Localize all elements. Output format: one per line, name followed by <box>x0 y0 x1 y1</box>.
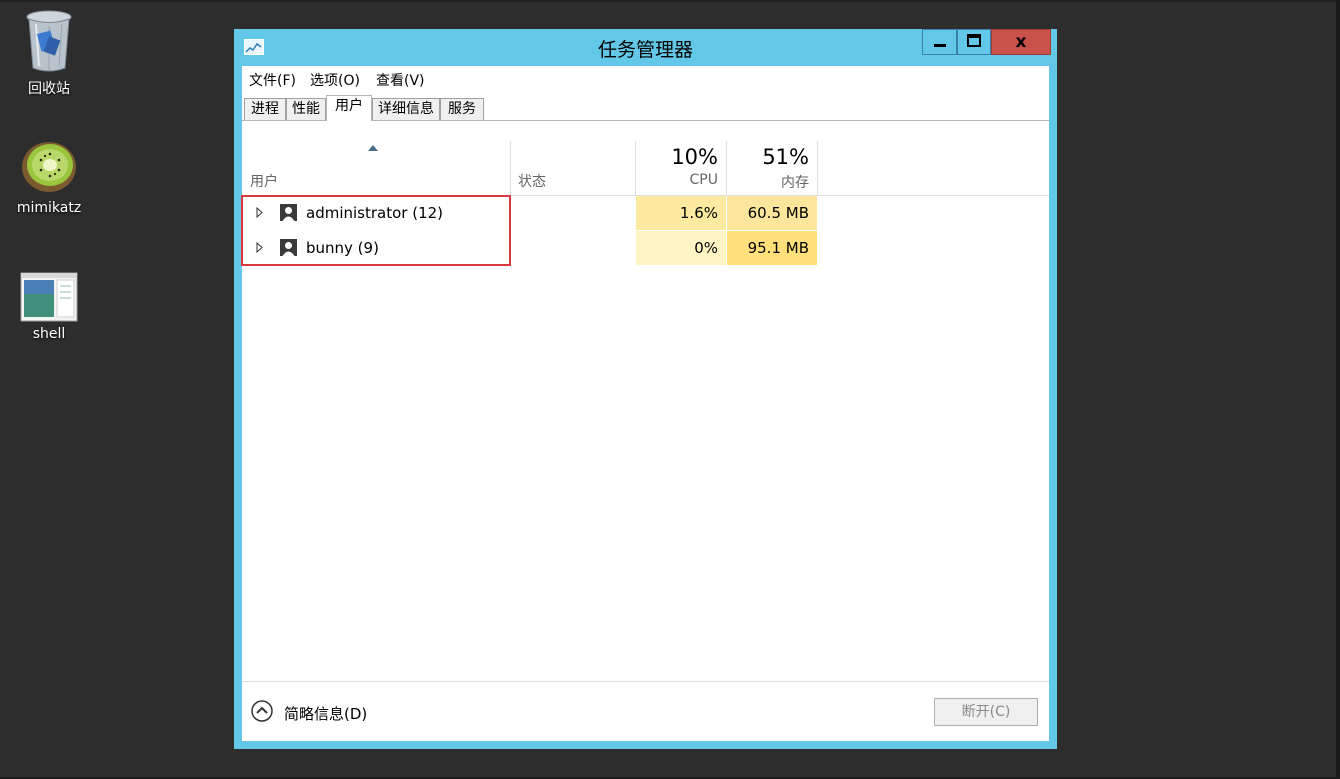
footer-divider <box>242 681 1049 682</box>
column-label-status: 状态 <box>518 174 546 190</box>
cpu-value: 0% <box>694 239 718 257</box>
file-icon <box>20 272 78 322</box>
fewer-details-link[interactable]: 简略信息(D) <box>284 703 367 724</box>
screen-right-edge <box>1336 0 1340 779</box>
tab-performance[interactable]: 性能 <box>286 98 326 120</box>
desktop-icon-label: 回收站 <box>28 81 70 97</box>
menu-file[interactable]: 文件(F) <box>249 70 296 90</box>
cpu-cell: 1.6% <box>636 196 726 230</box>
client-area: 文件(F) 选项(O) 查看(V) 进程 性能 用户 详细信息 服务 用户 状态 <box>242 66 1049 741</box>
column-header-user[interactable]: 用户 <box>242 139 510 195</box>
column-header-status[interactable]: 状态 <box>511 139 635 195</box>
desktop-icon-shell[interactable]: shell <box>4 272 94 342</box>
column-label-user: 用户 <box>250 174 278 190</box>
maximize-icon <box>967 34 981 47</box>
column-label-cpu: CPU <box>689 172 718 188</box>
tab-strip: 进程 性能 用户 详细信息 服务 <box>242 95 1049 121</box>
cpu-value: 1.6% <box>679 204 718 222</box>
minimize-icon <box>934 44 946 47</box>
title-bar[interactable]: 任务管理器 x <box>234 29 1057 65</box>
chevron-up-circle-icon[interactable] <box>251 700 273 722</box>
annotation-highlight-box <box>241 195 511 266</box>
disconnect-button[interactable]: 断开(C) <box>934 698 1038 726</box>
column-divider <box>817 141 818 195</box>
recycle-bin-icon <box>24 8 74 74</box>
memory-cell: 95.1 MB <box>727 231 817 265</box>
memory-value: 60.5 MB <box>747 204 809 222</box>
maximize-button[interactable] <box>957 29 991 55</box>
desktop-icon-recycle-bin[interactable]: 回收站 <box>4 8 94 98</box>
minimize-button[interactable] <box>922 29 957 55</box>
menu-view[interactable]: 查看(V) <box>376 70 425 90</box>
close-icon: x <box>1015 32 1027 52</box>
cpu-total-percent: 10% <box>671 145 718 169</box>
cpu-cell: 0% <box>636 231 726 265</box>
memory-value: 95.1 MB <box>747 239 809 257</box>
screen-top-edge <box>0 0 1340 2</box>
column-label-memory: 内存 <box>781 175 809 191</box>
kiwi-icon <box>19 136 79 196</box>
sort-ascending-icon <box>368 145 378 151</box>
desktop-icon-label: shell <box>32 326 66 342</box>
menu-bar: 文件(F) 选项(O) 查看(V) <box>242 66 1049 91</box>
memory-total-percent: 51% <box>762 145 809 169</box>
memory-cell: 60.5 MB <box>727 196 817 230</box>
tab-processes[interactable]: 进程 <box>244 98 286 120</box>
tab-details[interactable]: 详细信息 <box>372 98 440 120</box>
desktop-icon-label: mimikatz <box>16 200 82 216</box>
menu-options[interactable]: 选项(O) <box>310 70 360 90</box>
close-button[interactable]: x <box>991 29 1051 55</box>
desktop-icon-mimikatz[interactable]: mimikatz <box>4 136 94 216</box>
tab-users[interactable]: 用户 <box>326 95 372 121</box>
column-header-cpu[interactable]: 10% CPU <box>636 139 726 195</box>
task-manager-window: 任务管理器 x 文件(F) 选项(O) 查看(V) 进程 性能 用户 详细信息 <box>234 29 1057 749</box>
column-header-memory[interactable]: 51% 内存 <box>727 139 817 195</box>
tab-services[interactable]: 服务 <box>440 98 484 120</box>
